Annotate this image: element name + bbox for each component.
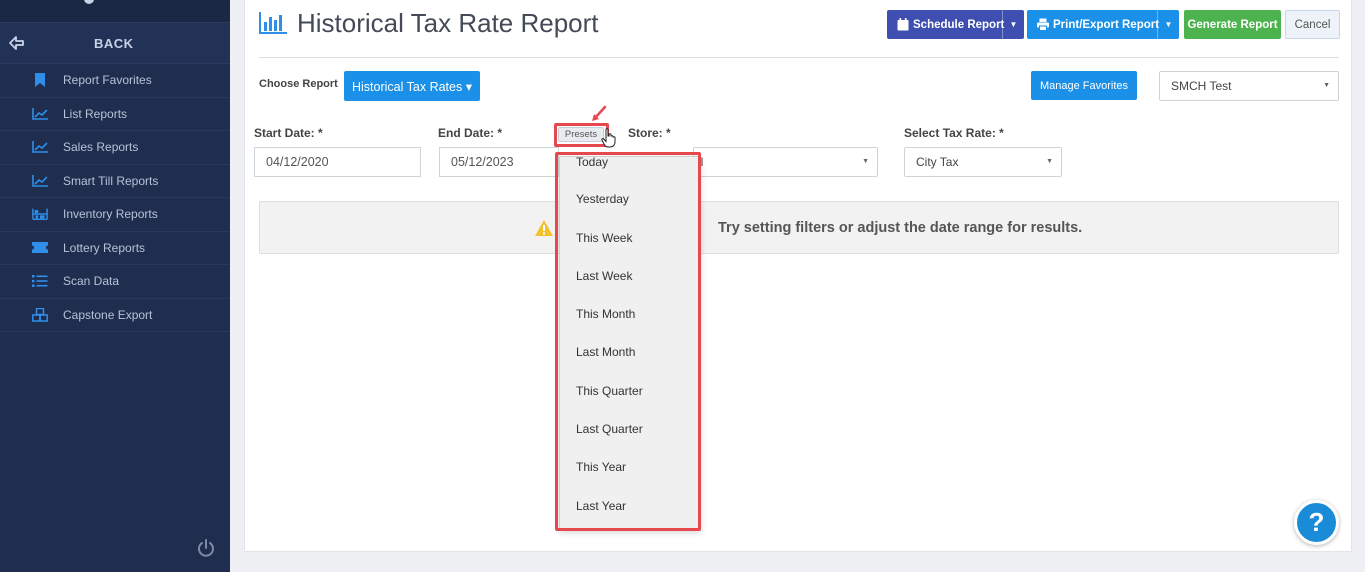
help-button[interactable]: ? bbox=[1294, 500, 1339, 545]
caret-down-icon[interactable]: ▼ bbox=[1002, 10, 1024, 39]
end-date-label: End Date: * bbox=[438, 126, 503, 140]
line-chart-icon bbox=[32, 139, 48, 155]
tax-rate-select[interactable]: City Tax ▼ bbox=[904, 147, 1062, 177]
power-icon[interactable] bbox=[196, 538, 216, 558]
presets-menu-highlight bbox=[555, 152, 701, 531]
sidebar-item-label: Inventory Reports bbox=[63, 207, 158, 222]
dropdown-arrow-icon: ▼ bbox=[1323, 82, 1330, 89]
sidebar-item-label: List Reports bbox=[63, 106, 128, 121]
sidebar-logo-strip bbox=[0, 0, 230, 22]
choose-report-label: Choose Report bbox=[259, 78, 338, 90]
warning-icon bbox=[535, 220, 553, 236]
back-arrow-icon bbox=[9, 36, 24, 50]
sidebar-item-label: Capstone Export bbox=[63, 307, 153, 322]
start-date-input[interactable]: 04/12/2020 bbox=[254, 147, 421, 177]
sidebar-item-capstone-export[interactable]: Capstone Export bbox=[0, 299, 230, 332]
sidebar-item-label: Smart Till Reports bbox=[63, 173, 159, 188]
printer-icon bbox=[1037, 18, 1049, 31]
divider bbox=[259, 57, 1339, 58]
store-label: Store: * bbox=[628, 126, 671, 140]
dropdown-arrow-icon: ▼ bbox=[862, 158, 869, 165]
caret-down-icon[interactable]: ▼ bbox=[1157, 10, 1179, 39]
choose-report-dropdown[interactable]: Historical Tax Rates ▾ bbox=[344, 71, 480, 101]
page-title: Historical Tax Rate Report bbox=[297, 8, 599, 38]
back-label: BACK bbox=[94, 36, 134, 51]
end-date-input[interactable]: 05/12/2023 bbox=[439, 147, 559, 177]
tax-rate-value: City Tax bbox=[916, 155, 959, 169]
bar-chart-icon bbox=[259, 12, 287, 34]
empty-results-alert: Try setting filters or adjust the date r… bbox=[259, 201, 1339, 254]
inventory-icon bbox=[32, 206, 48, 222]
sidebar-item-inventory-reports[interactable]: Inventory Reports bbox=[0, 198, 230, 232]
tax-rate-label: Select Tax Rate: * bbox=[904, 126, 1004, 140]
start-date-label: Start Date: * bbox=[254, 126, 323, 140]
store-selector[interactable]: SMCH Test ▼ bbox=[1159, 71, 1339, 101]
sidebar-item-sales-reports[interactable]: Sales Reports bbox=[0, 131, 230, 165]
alert-text: Try setting filters or adjust the date r… bbox=[718, 220, 1083, 236]
sidebar-item-label: Lottery Reports bbox=[63, 240, 146, 255]
line-chart-icon bbox=[32, 106, 48, 122]
sidebar-nav: Report Favorites List Reports Sales Repo… bbox=[0, 64, 230, 332]
print-export-button[interactable]: Print/Export Report ▼ bbox=[1027, 10, 1179, 39]
ticket-icon bbox=[32, 240, 48, 256]
cancel-button[interactable]: Cancel bbox=[1285, 10, 1340, 39]
line-chart-icon bbox=[32, 173, 48, 189]
sidebar-item-scan-data[interactable]: Scan Data bbox=[0, 265, 230, 299]
hand-cursor-icon bbox=[601, 128, 616, 148]
red-arrow-icon bbox=[592, 105, 607, 121]
sidebar-item-report-favorites[interactable]: Report Favorites bbox=[0, 64, 230, 98]
sidebar: BACK Report Favorites List Reports Sales… bbox=[0, 0, 230, 572]
manage-favorites-button[interactable]: Manage Favorites bbox=[1031, 71, 1137, 100]
sidebar-item-list-reports[interactable]: List Reports bbox=[0, 98, 230, 131]
dropdown-arrow-icon: ▼ bbox=[1046, 158, 1053, 165]
generate-report-button[interactable]: Generate Report bbox=[1184, 10, 1281, 39]
sidebar-item-smart-till-reports[interactable]: Smart Till Reports bbox=[0, 165, 230, 198]
sidebar-item-lottery-reports[interactable]: Lottery Reports bbox=[0, 232, 230, 265]
schedule-report-button[interactable]: Schedule Report ▼ bbox=[887, 10, 1024, 39]
store-selector-value: SMCH Test bbox=[1171, 79, 1232, 93]
sidebar-item-label: Sales Reports bbox=[63, 140, 139, 155]
bookmark-icon bbox=[32, 72, 48, 88]
calendar-icon bbox=[897, 18, 909, 31]
sidebar-item-label: Report Favorites bbox=[63, 73, 152, 88]
sidebar-item-label: Scan Data bbox=[63, 274, 120, 289]
list-icon bbox=[32, 273, 48, 289]
back-button[interactable]: BACK bbox=[0, 22, 230, 64]
report-panel: Historical Tax Rate Report Schedule Repo… bbox=[244, 0, 1352, 552]
store-filter-select[interactable]: ll ▼ bbox=[693, 147, 878, 177]
boxes-icon bbox=[32, 307, 48, 323]
